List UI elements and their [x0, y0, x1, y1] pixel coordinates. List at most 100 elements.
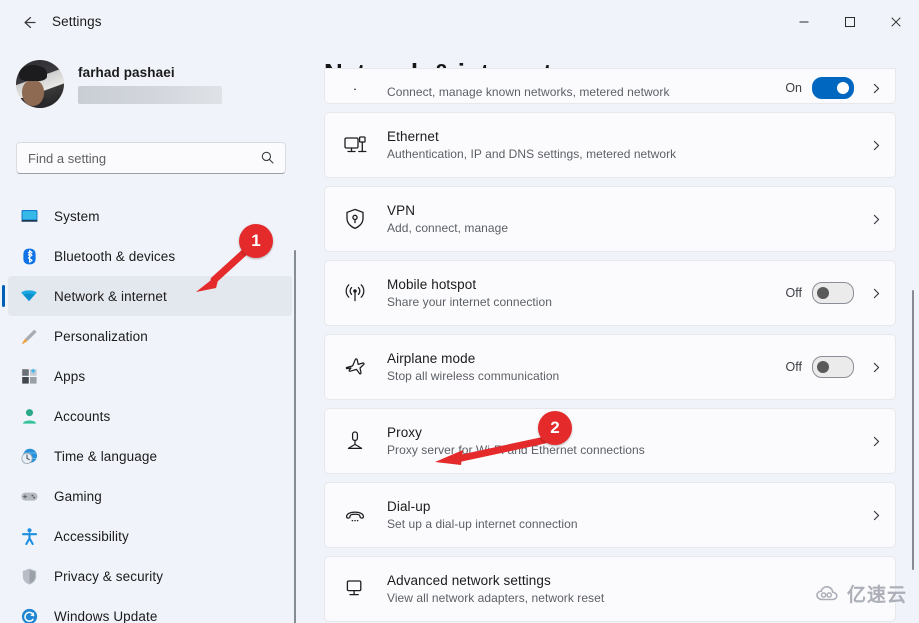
settings-card-wifi[interactable]: Connect, manage known networks, metered …	[324, 68, 896, 104]
dialup-phone-icon	[339, 499, 371, 531]
settings-card-title: Mobile hotspot	[387, 277, 786, 292]
sidebar-item-apps[interactable]: Apps	[8, 356, 292, 396]
window-controls	[781, 0, 919, 44]
wifi-toggle[interactable]	[812, 77, 854, 99]
windows-update-icon	[18, 605, 40, 623]
vpn-shield-icon	[339, 203, 371, 235]
settings-card-subtitle: View all network adapters, network reset	[387, 591, 883, 605]
chevron-right-icon[interactable]	[870, 139, 883, 152]
chevron-right-icon[interactable]	[870, 361, 883, 374]
search-icon	[260, 150, 275, 170]
airplane-icon	[339, 351, 371, 383]
settings-card-mobile-hotspot[interactable]: Mobile hotspot Share your internet conne…	[324, 260, 896, 326]
annotation-badge-1: 1	[239, 224, 273, 258]
display-icon	[18, 205, 40, 227]
minimize-button[interactable]	[781, 0, 827, 44]
sidebar-item-label: Privacy & security	[54, 569, 163, 584]
close-icon	[890, 16, 902, 28]
chevron-right-icon[interactable]	[870, 287, 883, 300]
hotspot-icon	[339, 277, 371, 309]
settings-card-airplane-mode[interactable]: Airplane mode Stop all wireless communic…	[324, 334, 896, 400]
airplane-mode-toggle[interactable]	[812, 356, 854, 378]
wifi-icon	[18, 285, 40, 307]
maximize-button[interactable]	[827, 0, 873, 44]
app-title: Settings	[52, 14, 102, 29]
settings-card-dial-up[interactable]: Dial-up Set up a dial-up internet connec…	[324, 482, 896, 548]
settings-window: Settings	[0, 0, 919, 623]
accessibility-icon	[18, 525, 40, 547]
sidebar-item-label: Accessibility	[54, 529, 129, 544]
settings-card-title: Airplane mode	[387, 351, 786, 366]
sidebar-item-accounts[interactable]: Accounts	[8, 396, 292, 436]
settings-card-advanced-network-settings[interactable]: Advanced network settings View all netwo…	[324, 556, 896, 622]
minimize-icon	[798, 16, 810, 28]
sidebar-item-label: Accounts	[54, 409, 110, 424]
settings-card-subtitle: Authentication, IP and DNS settings, met…	[387, 147, 870, 161]
sidebar-scrollbar[interactable]	[294, 250, 296, 623]
main-scrollbar[interactable]	[912, 290, 915, 570]
settings-card-subtitle: Add, connect, manage	[387, 221, 870, 235]
watermark: 亿速云	[815, 580, 907, 607]
sidebar-item-gaming[interactable]: Gaming	[8, 476, 292, 516]
gamepad-icon	[18, 485, 40, 507]
sidebar-item-network-internet[interactable]: Network & internet	[8, 276, 292, 316]
profile-section[interactable]: farhad pashaei	[16, 60, 222, 108]
chevron-right-icon[interactable]	[870, 509, 883, 522]
mobile-hotspot-toggle[interactable]	[812, 282, 854, 304]
sidebar: farhad pashaei	[0, 44, 300, 623]
sidebar-item-accessibility[interactable]: Accessibility	[8, 516, 292, 556]
paintbrush-icon	[18, 325, 40, 347]
search-input[interactable]	[17, 144, 254, 172]
sidebar-item-label: Bluetooth & devices	[54, 249, 175, 264]
ethernet-icon	[339, 129, 371, 161]
chevron-right-icon[interactable]	[870, 435, 883, 448]
bluetooth-icon	[18, 245, 40, 267]
sidebar-item-personalization[interactable]: Personalization	[8, 316, 292, 356]
chevron-right-icon[interactable]	[870, 213, 883, 226]
sidebar-item-windows-update[interactable]: Windows Update	[8, 596, 292, 623]
settings-card-proxy[interactable]: Proxy Proxy server for Wi-Fi and Etherne…	[324, 408, 896, 474]
settings-card-ethernet[interactable]: Ethernet Authentication, IP and DNS sett…	[324, 112, 896, 178]
sidebar-item-label: Windows Update	[54, 609, 157, 623]
settings-card-vpn[interactable]: VPN Add, connect, manage	[324, 186, 896, 252]
status-label: On	[785, 81, 802, 95]
watermark-text: 亿速云	[847, 580, 907, 607]
cloud-logo-icon	[815, 584, 841, 604]
search-box[interactable]	[16, 142, 286, 174]
settings-card-subtitle: Connect, manage known networks, metered …	[387, 85, 785, 99]
sidebar-item-label: Network & internet	[54, 289, 167, 304]
settings-card-title: VPN	[387, 203, 870, 218]
clock-globe-icon	[18, 445, 40, 467]
close-button[interactable]	[873, 0, 919, 44]
back-arrow-icon	[20, 14, 37, 31]
back-button[interactable]	[12, 6, 44, 38]
advanced-network-icon	[339, 573, 371, 605]
sidebar-item-label: Time & language	[54, 449, 157, 464]
chevron-right-icon[interactable]	[870, 82, 883, 95]
sidebar-item-label: Apps	[54, 369, 85, 384]
wifi-icon	[339, 67, 371, 99]
sidebar-item-time-language[interactable]: Time & language	[8, 436, 292, 476]
person-icon	[18, 405, 40, 427]
title-bar: Settings	[0, 0, 919, 44]
settings-card-title: Advanced network settings	[387, 573, 883, 588]
sidebar-item-label: Gaming	[54, 489, 102, 504]
annotation-badge-2: 2	[538, 411, 572, 445]
sidebar-nav: System Bluetooth & devices	[8, 196, 292, 623]
sidebar-item-label: Personalization	[54, 329, 148, 344]
status-label: Off	[786, 360, 802, 374]
avatar	[16, 60, 64, 108]
settings-card-subtitle: Set up a dial-up internet connection	[387, 517, 870, 531]
sidebar-item-privacy-security[interactable]: Privacy & security	[8, 556, 292, 596]
settings-card-subtitle: Proxy server for Wi-Fi and Ethernet conn…	[387, 443, 870, 457]
maximize-icon	[844, 16, 856, 28]
status-label: Off	[786, 286, 802, 300]
settings-card-title: Dial-up	[387, 499, 870, 514]
settings-card-title: Ethernet	[387, 129, 870, 144]
shield-icon	[18, 565, 40, 587]
main-content: Network & internet Connect, manage known…	[300, 44, 919, 623]
sidebar-item-label: System	[54, 209, 100, 224]
settings-card-list: Connect, manage known networks, metered …	[324, 102, 896, 623]
profile-name: farhad pashaei	[78, 65, 222, 80]
profile-email-redacted	[78, 86, 222, 104]
